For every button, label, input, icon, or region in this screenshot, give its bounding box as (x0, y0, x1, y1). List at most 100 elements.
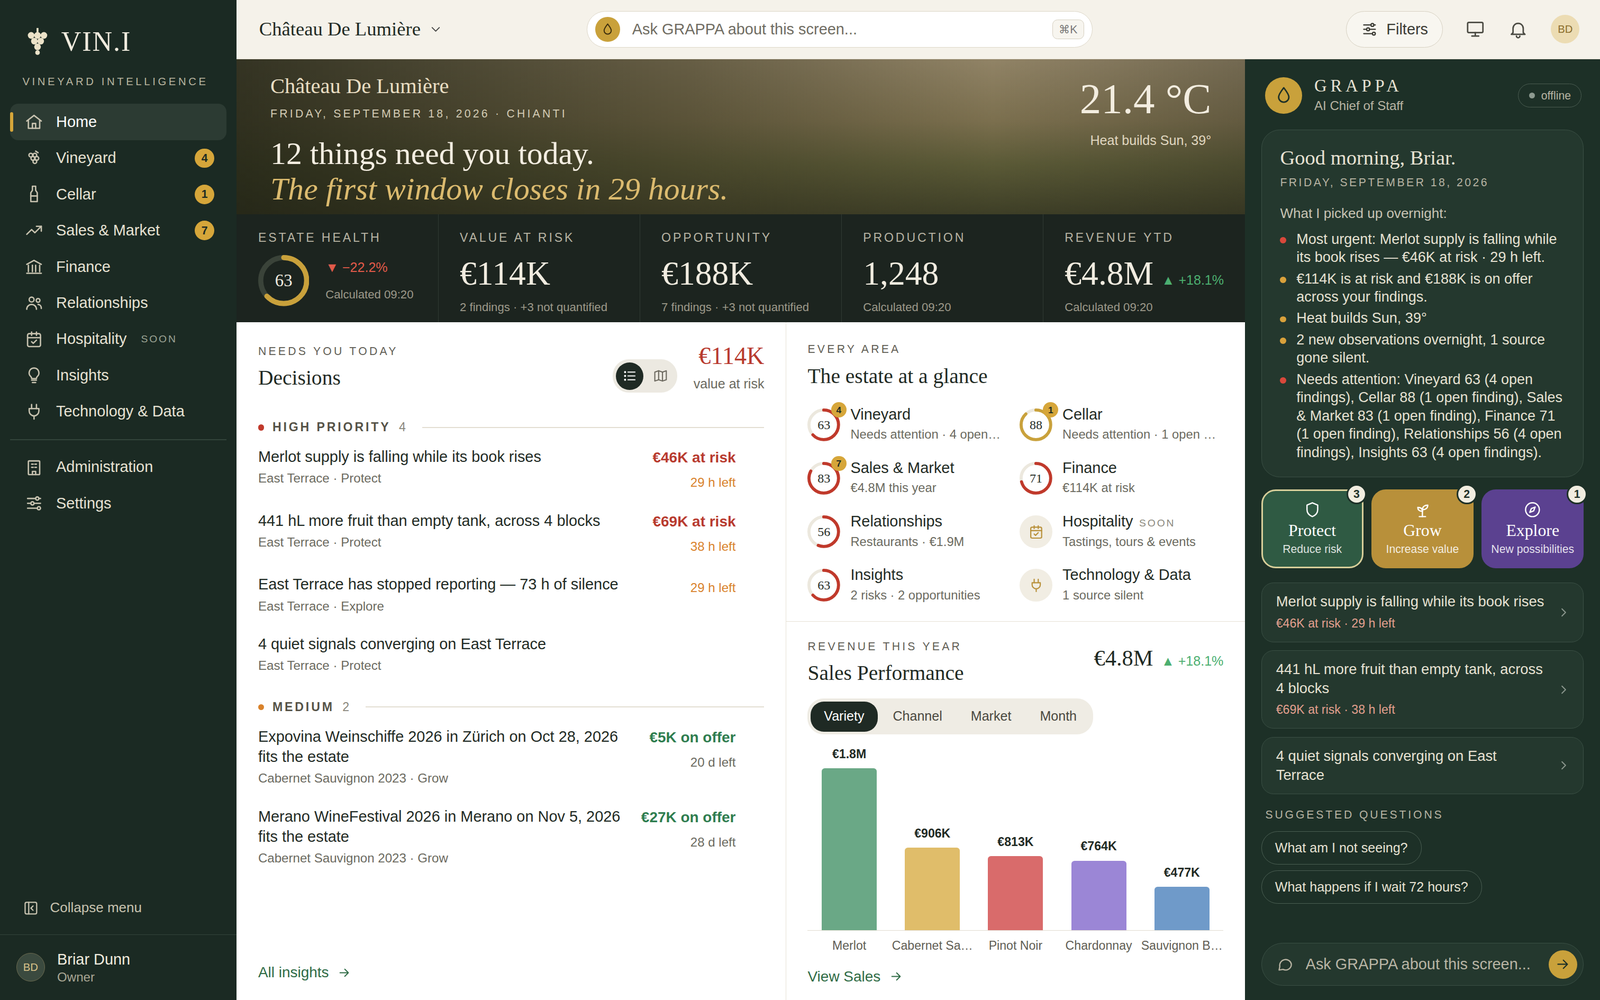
sidebar-item[interactable]: Settings (10, 485, 227, 522)
filter-icon (1360, 20, 1379, 39)
area-ring: 634 (807, 408, 841, 442)
mode-icon-row (1377, 500, 1468, 520)
assistant-input[interactable] (1303, 951, 1539, 977)
area-tile[interactable]: Technology & Data1 source silent (1019, 565, 1224, 605)
decision-row[interactable]: East Terrace has stopped reporting — 73 … (258, 564, 765, 624)
chart-bar[interactable] (1154, 886, 1210, 931)
bar-fill (821, 768, 877, 931)
sidebar-item-label: Insights (56, 364, 109, 387)
user-profile[interactable]: BDBriar DunnOwner (0, 934, 237, 1000)
breakdown-tab[interactable]: Month (1026, 701, 1090, 732)
breakdown-tab[interactable]: Market (957, 701, 1025, 732)
chart-bar[interactable] (821, 768, 877, 931)
sidebar-item-label: Administration (56, 455, 153, 479)
sidebar-item[interactable]: Home (10, 103, 227, 140)
suggestion-card[interactable]: 4 quiet signals converging on East Terra… (1261, 737, 1584, 795)
sidebar-item[interactable]: Vineyard4 (10, 140, 227, 177)
area-tile[interactable]: HospitalitySOONTastings, tours & events (1019, 512, 1224, 552)
decision-row[interactable]: Merano WineFestival 2026 in Merano on No… (258, 796, 765, 877)
logo[interactable]: VIN.I (0, 24, 237, 60)
breakdown-tab[interactable]: Variety (810, 701, 878, 732)
chart-bar[interactable] (1071, 860, 1127, 931)
view-sales-link[interactable]: View Sales (807, 965, 1224, 988)
home-icon (24, 112, 44, 132)
content: Château De Lumière⌘KFiltersBDChâteau De … (236, 0, 1600, 1000)
kpi-value: 63 (258, 255, 309, 306)
sidebar-item[interactable]: Administration (10, 449, 227, 486)
bell-icon[interactable] (1507, 19, 1529, 40)
hero-text: Château De LumièreFRIDAY, SEPTEMBER 18, … (270, 73, 729, 215)
area-status: 2 risks · 2 opportunities (850, 586, 980, 606)
decision-deadline: 20 d left (649, 752, 736, 772)
briefing-item: Needs attention: Vineyard 63 (4 open fin… (1279, 370, 1565, 462)
decision-row[interactable]: 4 quiet signals converging on East Terra… (258, 623, 765, 684)
estate-selector[interactable]: Château De Lumière (259, 14, 587, 44)
decision-title: Expovina Weinschiffe 2026 in Zürich on O… (258, 726, 638, 767)
briefing-list: Most urgent: Merlot supply is falling wh… (1279, 230, 1565, 462)
area-status: 1 source silent (1062, 586, 1192, 606)
breakdown-tabs: VarietyChannelMarketMonth (807, 698, 1093, 735)
monitor-icon[interactable] (1465, 19, 1486, 40)
briefing-dot (1279, 377, 1287, 384)
decision-row[interactable]: Expovina Weinschiffe 2026 in Zürich on O… (258, 716, 765, 797)
suggestion-card[interactable]: Merlot supply is falling while its book … (1261, 582, 1584, 643)
area-tile[interactable]: 881CellarNeeds attention · 1 open … (1019, 405, 1224, 445)
avatar[interactable]: BD (1550, 14, 1580, 44)
assistant-panel: GRAPPAAI Chief of StaffofflineGood morni… (1244, 59, 1600, 1000)
sidebar-item[interactable]: Sales & Market7 (10, 212, 227, 249)
question-chip[interactable]: What happens if I wait 72 hours? (1261, 870, 1483, 904)
area-tile[interactable]: 71Finance€114K at risk (1019, 458, 1224, 498)
forecast: Heat builds Sun, 39° (1079, 130, 1212, 151)
question-chip[interactable]: What am I not seeing? (1261, 831, 1422, 865)
search-input[interactable] (630, 16, 1043, 42)
mode-tile[interactable]: ExploreNew possibilities1 (1481, 489, 1584, 569)
area-tile[interactable]: 837Sales & Market€4.8M this year (807, 458, 1012, 498)
sidebar-item[interactable]: Insights (10, 357, 227, 394)
send-arrow-icon[interactable] (1548, 950, 1578, 979)
area-ring: 56 (807, 515, 841, 549)
decision-text: Merlot supply is falling while its book … (258, 446, 641, 488)
decision-row[interactable]: 441 hL more fruit than empty tank, acros… (258, 500, 765, 565)
revenue-bar-chart: €1.8MMerlot€906KCabernet Sa…€813KPinot N… (807, 744, 1224, 956)
area-tile[interactable]: 56RelationshipsRestaurants · €1.9M (807, 512, 1012, 552)
sidebar-item[interactable]: Relationships (10, 284, 227, 321)
chart-bar[interactable] (904, 847, 960, 930)
area-ring: 71 (1019, 461, 1053, 495)
hero-subline: The first window closes in 29 hours. (270, 171, 729, 207)
decision-context: East Terrace · Protect (258, 656, 736, 676)
area-score: 71 (1019, 461, 1053, 495)
greeting: Good morning, Briar. (1279, 145, 1565, 170)
decision-amount: €69K at risk (652, 510, 736, 533)
filters-button[interactable]: Filters (1346, 11, 1443, 48)
hero-date: FRIDAY, SEPTEMBER 18, 2026 · CHIANTI (270, 105, 729, 123)
area-tile[interactable]: 634VineyardNeeds attention · 4 open… (807, 405, 1012, 445)
area-name-row: Finance (1062, 458, 1135, 478)
mode-tile[interactable]: ProtectReduce risk3 (1261, 489, 1364, 569)
search-bar: ⌘K (586, 11, 1094, 48)
all-insights-link[interactable]: All insights (258, 961, 765, 984)
chart-bar[interactable] (987, 856, 1043, 930)
suggestion-text: 441 hL more fruit than empty tank, acros… (1276, 659, 1547, 720)
sidebar-item[interactable]: Finance (10, 248, 227, 285)
decision-text: East Terrace has stopped reporting — 73 … (258, 574, 679, 616)
arrow-right-icon (888, 969, 904, 984)
map-view-icon[interactable] (646, 362, 675, 390)
area-name-row: Insights (850, 565, 980, 585)
sidebar-item[interactable]: Technology & Data (10, 393, 227, 430)
bar-value: €477K (1164, 863, 1200, 883)
sidebar-item[interactable]: Cellar1 (10, 176, 227, 213)
overview-column: EVERY AREAThe estate at a glance634Viney… (785, 322, 1245, 1000)
area-score: 56 (807, 515, 841, 549)
sidebar-item[interactable]: HospitalitySOON (10, 321, 227, 358)
group-label: MEDIUM (272, 697, 335, 717)
area-tile[interactable]: 63Insights2 risks · 2 opportunities (807, 565, 1012, 605)
decision-row[interactable]: Merlot supply is falling while its book … (258, 436, 765, 501)
breakdown-tab[interactable]: Channel (879, 701, 956, 732)
top-bar: Château De Lumière⌘K Filters BD (236, 0, 1600, 60)
decision-title: East Terrace has stopped reporting — 73 … (258, 574, 679, 595)
list-view-icon[interactable] (615, 362, 644, 390)
collapse-menu-button[interactable]: Collapse menu (0, 881, 237, 935)
mode-caption: Increase value (1377, 540, 1468, 558)
suggestion-card[interactable]: 441 hL more fruit than empty tank, acros… (1261, 650, 1584, 729)
mode-tile[interactable]: GrowIncrease value2 (1371, 489, 1474, 569)
